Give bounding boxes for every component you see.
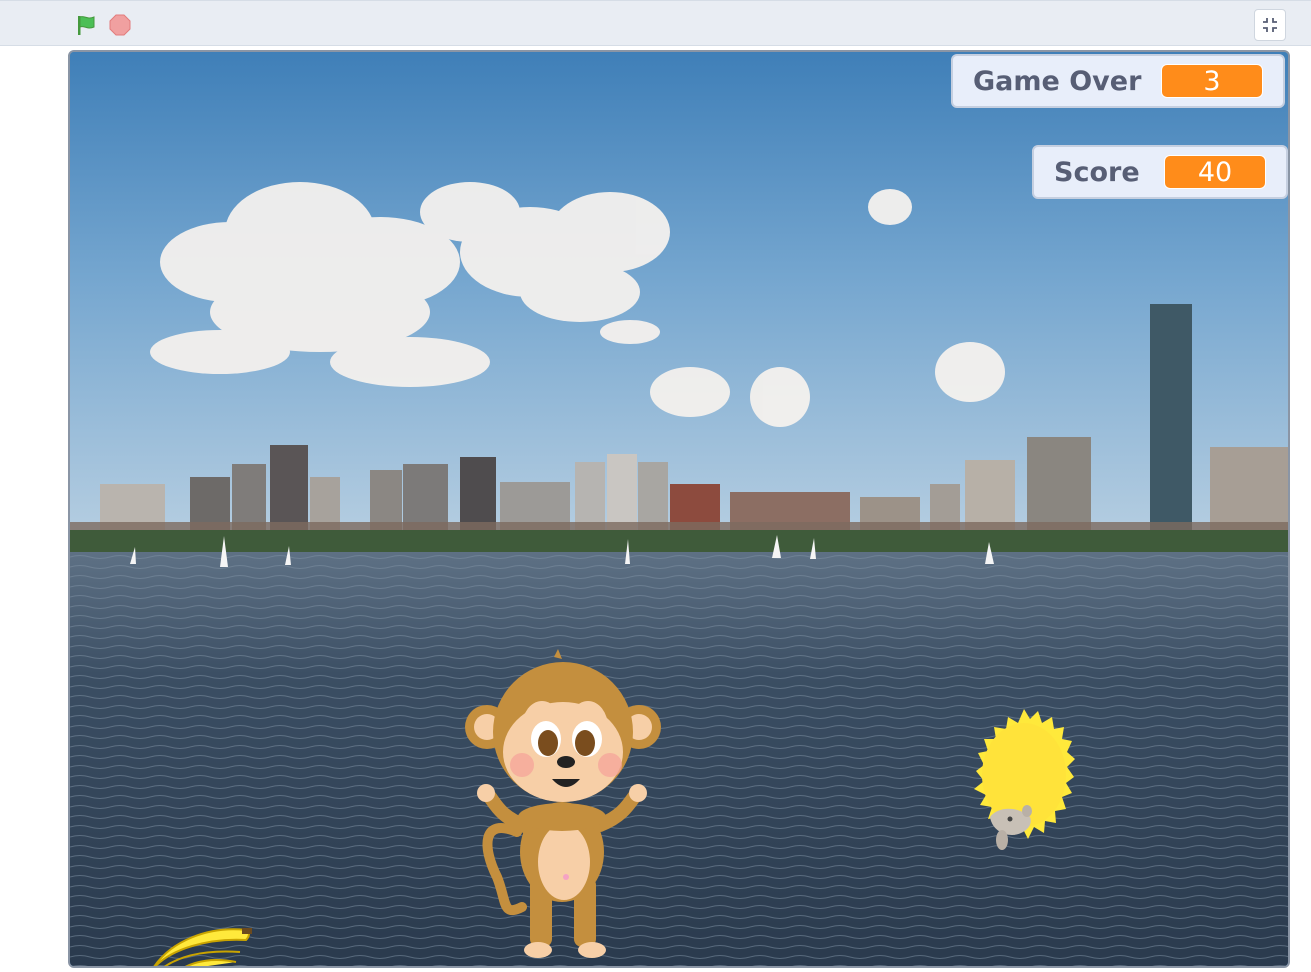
bananas-sprite[interactable]: [150, 928, 260, 968]
stop-button[interactable]: [106, 11, 134, 39]
monitor-label: Score: [1054, 156, 1140, 188]
game-stage[interactable]: Game Over 3 Score 40: [68, 50, 1290, 968]
green-flag-button[interactable]: [72, 11, 100, 39]
stage-header: [0, 0, 1311, 46]
monkey-sprite[interactable]: [442, 647, 664, 962]
exit-fullscreen-button[interactable]: [1254, 9, 1286, 41]
stop-icon: [109, 14, 131, 36]
variable-monitor-game-over: Game Over 3: [951, 54, 1285, 108]
monitor-label: Game Over: [973, 65, 1142, 97]
monitor-value: 40: [1164, 155, 1266, 189]
exit-fullscreen-icon: [1263, 18, 1277, 32]
monitor-value: 3: [1161, 64, 1263, 98]
hedgehog-sprite[interactable]: [972, 707, 1076, 857]
green-flag-icon: [78, 16, 95, 35]
variable-monitor-score: Score 40: [1032, 145, 1288, 199]
